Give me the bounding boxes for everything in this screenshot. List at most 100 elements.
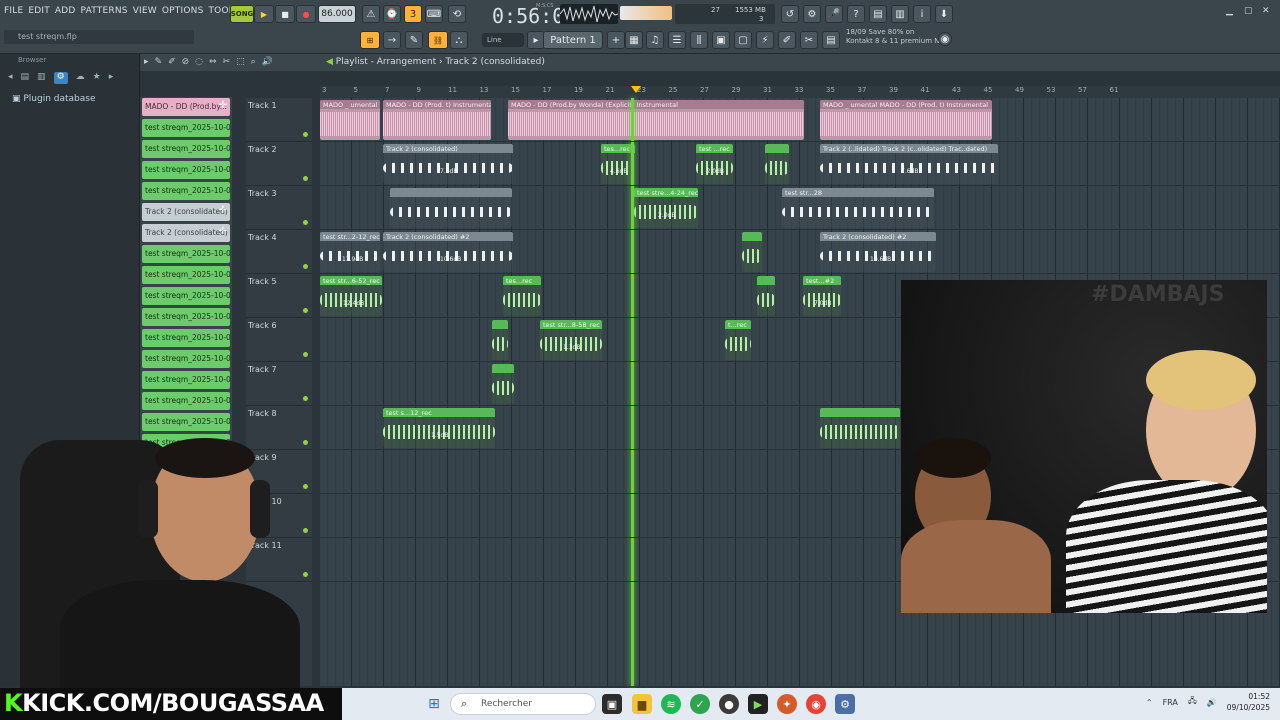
add-clip-icon[interactable]: ✛: [219, 226, 227, 237]
picker-item[interactable]: test streqm_2025-10-09...: [142, 392, 230, 410]
picker-item[interactable]: test streqm_2025-10-09...: [142, 371, 230, 389]
close-icon[interactable]: ✕: [1262, 6, 1274, 16]
folder-icon[interactable]: ▤: [21, 72, 30, 84]
playhead[interactable]: [631, 98, 634, 686]
link-icon[interactable]: ⛓: [428, 31, 448, 49]
channel-rack-icon[interactable]: ▦: [625, 31, 643, 49]
tempo-display[interactable]: 86.000: [318, 5, 356, 23]
picker-item[interactable]: test streqm_2025-10-08...: [142, 140, 230, 158]
track-header[interactable]: Track 3: [246, 186, 312, 230]
overview-bar[interactable]: [320, 72, 1280, 86]
track-header[interactable]: Track 2: [246, 142, 312, 186]
picker-item[interactable]: test streqm_2025-10-08...: [142, 287, 230, 305]
track-header[interactable]: Track 4: [246, 230, 312, 274]
arrow-icon[interactable]: →: [383, 31, 401, 49]
audio-clip[interactable]: [492, 364, 514, 404]
slice-tool-icon[interactable]: ✂: [223, 57, 231, 67]
picker-item[interactable]: test streqm_2025-10-09...: [142, 413, 230, 431]
picker-item[interactable]: test streqm_2025-10-08...: [142, 266, 230, 284]
audio-clip[interactable]: tes...rec 4.6dB: [601, 144, 635, 184]
help-icon[interactable]: ?: [847, 5, 865, 23]
taskbar-search[interactable]: ⌕ Rechercher: [450, 693, 596, 715]
zoom-tool-icon[interactable]: ⌕: [251, 57, 256, 67]
project-file-name[interactable]: test streqm.flp: [4, 30, 194, 44]
file-icon[interactable]: ▥: [37, 72, 46, 84]
menu-item-patterns[interactable]: PATTERNS: [81, 6, 128, 16]
render-icon[interactable]: ▥: [891, 5, 909, 23]
picker-item[interactable]: test streqm_2025-10-09...: [142, 350, 230, 368]
track-mute-led-icon[interactable]: [303, 176, 308, 181]
song-mode-toggle[interactable]: SONG: [230, 5, 254, 23]
audio-clip[interactable]: test str...6-52_rec 12.4dB: [320, 276, 382, 316]
wait-input-icon[interactable]: ⌚: [383, 5, 401, 23]
audio-clip[interactable]: test str...28: [782, 188, 934, 228]
picker-item[interactable]: test streqm_2025-10-08...: [142, 245, 230, 263]
audio-clip[interactable]: test str...2-12_rec 13.9dB: [320, 232, 380, 272]
record-button[interactable]: ●: [296, 5, 316, 23]
piano-roll-icon[interactable]: ♫: [646, 31, 664, 49]
select-tool-icon[interactable]: ⬚: [236, 57, 245, 67]
undo-icon[interactable]: ↺: [781, 5, 799, 23]
add-clip-icon[interactable]: ✛: [219, 100, 227, 111]
download-icon[interactable]: ⬇: [935, 5, 953, 23]
picker-item[interactable]: MADO - DD (Prod.by... ✛: [142, 98, 230, 116]
menu-icon[interactable]: ▸: [109, 72, 114, 84]
track-mute-led-icon[interactable]: [303, 220, 308, 225]
menu-item-file[interactable]: FILE: [4, 6, 23, 16]
terminal-icon[interactable]: ▶: [748, 694, 768, 714]
menu-item-options[interactable]: OPTIONS: [162, 6, 204, 16]
loop-record-icon[interactable]: ⟲: [448, 5, 466, 23]
slip-tool-icon[interactable]: ⇔: [209, 57, 217, 67]
picker-item[interactable]: test streqm_2025-10-08...: [142, 182, 230, 200]
menu-item-edit[interactable]: EDIT: [28, 6, 50, 16]
add-clip-icon[interactable]: ✛: [219, 205, 227, 216]
audio-clip[interactable]: Track 2 (consolidated) #2 10.6dB: [820, 232, 936, 272]
tools-icon[interactable]: ✐: [778, 31, 796, 49]
audio-clip[interactable]: MADO - DD (Prod.by Wonda) (Explicit) Ins…: [508, 100, 804, 140]
track-header[interactable]: Track 1: [246, 98, 312, 142]
track-mute-led-icon[interactable]: [303, 440, 308, 445]
audio-clip[interactable]: Track 2 (..lidated) Track 2 (c..olidated…: [820, 144, 998, 184]
app-green-icon[interactable]: ✓: [690, 694, 710, 714]
collapse-icon[interactable]: ◂: [8, 72, 13, 84]
delete-tool-icon[interactable]: ⊘: [182, 57, 190, 67]
track-mute-led-icon[interactable]: [303, 132, 308, 137]
picker-item[interactable]: test streqm_2025-10-08...: [142, 308, 230, 326]
pencil-icon[interactable]: ✎: [405, 31, 423, 49]
track-mute-led-icon[interactable]: [303, 264, 308, 269]
audio-clip[interactable]: MADO _ umental MADO - DD (Prod. t) Instr…: [820, 100, 992, 140]
spotify-icon[interactable]: ≋: [661, 694, 681, 714]
add-pattern-icon[interactable]: +: [607, 31, 625, 49]
arrow-menu-icon[interactable]: ▸: [144, 57, 149, 67]
mute-tool-icon[interactable]: ◌: [195, 57, 203, 67]
file-explorer-icon[interactable]: ▆: [632, 694, 652, 714]
minimize-icon[interactable]: ▁: [1226, 6, 1238, 16]
taskbar-clock[interactable]: 01:52 09/10/2025: [1227, 691, 1270, 713]
network-icon[interactable]: 🖧: [1188, 695, 1197, 709]
audio-clip[interactable]: test stre...4-24_rec 2.0dB: [634, 188, 698, 228]
step-edit-icon[interactable]: ⌨: [425, 5, 443, 23]
picker-item[interactable]: test streqm_2025-10-08...: [142, 119, 230, 137]
save-icon[interactable]: ▤: [869, 5, 887, 23]
info-icon[interactable]: i: [913, 5, 931, 23]
fl-studio-icon[interactable]: ✦: [777, 694, 797, 714]
metronome-icon[interactable]: ⚠: [362, 5, 380, 23]
obs-icon[interactable]: ●: [719, 694, 739, 714]
track-mute-led-icon[interactable]: [303, 352, 308, 357]
settings-icon[interactable]: ⚙: [835, 694, 855, 714]
plugin-icon[interactable]: ▢: [734, 31, 752, 49]
track-mute-led-icon[interactable]: [303, 396, 308, 401]
track-mute-led-icon[interactable]: [303, 528, 308, 533]
audio-clip[interactable]: test ...rec 2.0dB: [696, 144, 733, 184]
picker-item[interactable]: Track 2 (consolidated) ✛: [142, 203, 230, 221]
track-mute-led-icon[interactable]: [303, 484, 308, 489]
audio-clip[interactable]: [757, 276, 775, 316]
timeline-ruler[interactable]: 3 5 7 9 11 13 15 17 19 21 23 25 27 29 31 33 35 37 39 41 43 45…: [320, 86, 1280, 98]
windows-start-icon[interactable]: ⊞: [424, 694, 444, 714]
audio-clip[interactable]: t...rec: [725, 320, 751, 360]
volume-icon[interactable]: 🔊: [1207, 698, 1217, 707]
track-header[interactable]: Track 6: [246, 318, 312, 362]
plug-icon[interactable]: ⚡: [756, 31, 774, 49]
browser-icon[interactable]: ▣: [712, 31, 730, 49]
stop-button[interactable]: ■: [275, 5, 295, 23]
